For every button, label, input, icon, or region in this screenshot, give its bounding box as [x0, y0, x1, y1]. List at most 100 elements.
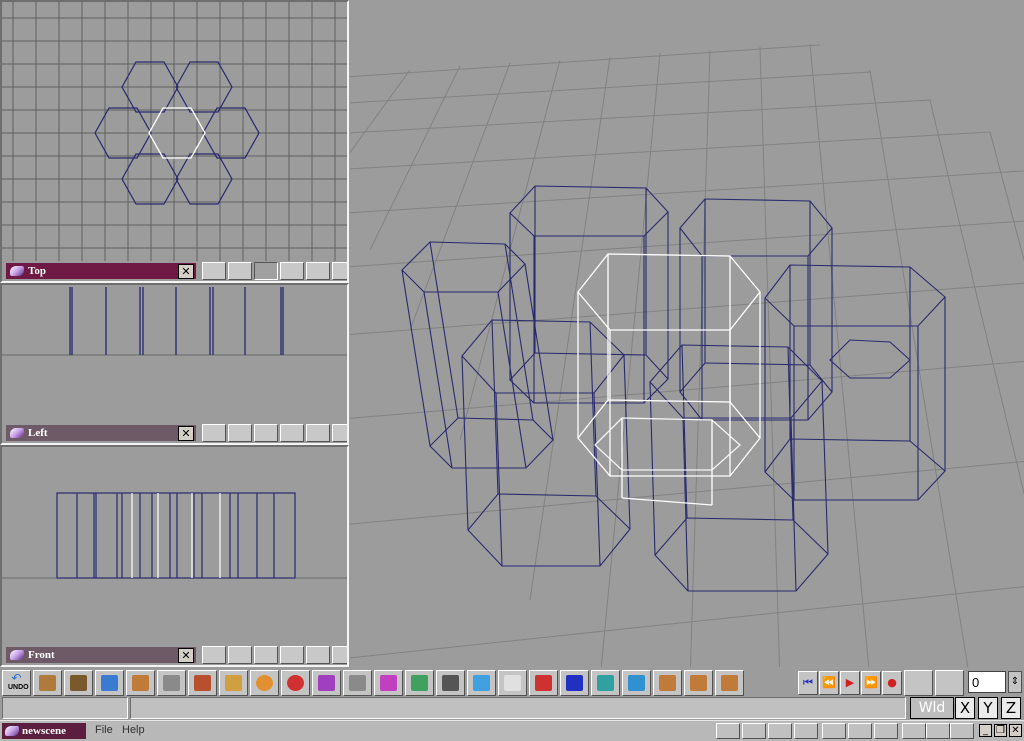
top-view-close-button[interactable]: ✕ [178, 263, 194, 279]
view-axes-icon[interactable] [202, 424, 226, 442]
left-view-title[interactable]: Left [6, 425, 196, 441]
left-viewport[interactable]: Left ✕ [0, 283, 349, 445]
view-cube-icon[interactable] [228, 646, 252, 664]
view-axes-icon[interactable] [202, 262, 226, 280]
orbit-button[interactable] [684, 670, 713, 696]
orbit-icon [690, 675, 707, 691]
view-rotate-icon[interactable] [306, 424, 330, 442]
world-coordinates-button[interactable]: Wld [910, 697, 954, 719]
fast-forward-icon[interactable]: ⏩ [861, 671, 881, 695]
move-button[interactable] [126, 670, 155, 696]
top-view-title[interactable]: Top [6, 263, 196, 279]
close-button[interactable]: ✕ [1009, 724, 1022, 737]
perspective-grid [350, 43, 1024, 667]
cube-edit-icon [411, 675, 428, 691]
rewind-icon[interactable]: ⏪ [819, 671, 839, 695]
front-view-titlebar: Front ✕ [6, 646, 347, 664]
menu-help[interactable]: Help [122, 724, 145, 736]
menu-file[interactable]: File [95, 724, 113, 736]
top-viewport[interactable]: Top ✕ [0, 0, 349, 283]
half-sphere-icon [287, 675, 304, 691]
view-move-icon[interactable] [280, 646, 304, 664]
figure-button[interactable] [498, 670, 527, 696]
window-layout-icon[interactable] [902, 723, 926, 739]
box-button[interactable] [188, 670, 217, 696]
view-top-plane-icon[interactable] [254, 262, 278, 280]
frame-tool-icon[interactable] [904, 670, 933, 696]
restore-button[interactable]: ❐ [994, 724, 1007, 737]
undo-icon: ↶ UNDO [8, 671, 29, 691]
skip-start-icon[interactable]: ⏮ [798, 671, 818, 695]
axis-z-button[interactable]: Z [1001, 697, 1021, 719]
view-zoom-icon[interactable] [332, 262, 347, 280]
main-toolbar: ↶ UNDO [2, 669, 746, 697]
view-house-icon[interactable] [254, 646, 278, 664]
grid-button[interactable] [560, 670, 589, 696]
rotate-tool-small-icon[interactable] [768, 723, 792, 739]
house-small-icon[interactable] [874, 723, 898, 739]
select-arrow-button[interactable] [95, 670, 124, 696]
front-view-grid [2, 492, 347, 579]
globe-small-icon[interactable] [822, 723, 846, 739]
frame-spinner[interactable]: ⇕ [1008, 671, 1022, 693]
axis-y-button[interactable]: Y [978, 697, 998, 719]
lathe-button[interactable] [343, 670, 372, 696]
view-zoom-icon[interactable] [332, 424, 347, 442]
grid-tile-button[interactable] [157, 670, 186, 696]
scale-tool-small-icon[interactable] [742, 723, 766, 739]
3d-view-button[interactable] [622, 670, 651, 696]
front-viewport[interactable]: Front ✕ [0, 445, 349, 667]
cube-small-icon[interactable] [848, 723, 872, 739]
status-field-left [2, 697, 128, 719]
view-cube-icon[interactable] [228, 424, 252, 442]
plane-button[interactable] [591, 670, 620, 696]
cylinder-button[interactable] [33, 670, 62, 696]
undo-button[interactable]: ↶ UNDO [2, 670, 31, 696]
view-move-icon[interactable] [280, 262, 304, 280]
viewport-logo-icon [10, 650, 24, 660]
cube-edit-button[interactable] [405, 670, 434, 696]
move-icon [132, 675, 149, 691]
select-arrow-icon [101, 675, 118, 691]
folder-button[interactable] [219, 670, 248, 696]
axes-tool-small-icon[interactable] [794, 723, 818, 739]
view-rotate-icon[interactable] [306, 262, 330, 280]
help-question-icon[interactable] [950, 723, 974, 739]
half-sphere-button[interactable] [281, 670, 310, 696]
walk-icon [659, 675, 676, 691]
view-house-icon[interactable] [254, 424, 278, 442]
left-view-grid [2, 287, 347, 356]
screen-layout-icon[interactable] [926, 723, 950, 739]
folder-icon [225, 675, 242, 691]
front-view-close-button[interactable]: ✕ [178, 647, 194, 663]
status-field-main [130, 697, 906, 719]
scene-tab[interactable]: newscene [2, 723, 86, 739]
frame-number-input[interactable] [968, 671, 1006, 693]
list-button[interactable] [436, 670, 465, 696]
play-icon[interactable]: ▶ [840, 671, 860, 695]
view-move-icon[interactable] [280, 424, 304, 442]
axis-x-button[interactable]: X [955, 697, 975, 719]
walk-button[interactable] [653, 670, 682, 696]
view-cube-icon[interactable] [228, 262, 252, 280]
left-view-close-button[interactable]: ✕ [178, 425, 194, 441]
front-view-title[interactable]: Front [6, 647, 196, 663]
blob-button[interactable] [312, 670, 341, 696]
cone-icon [380, 675, 397, 691]
move-tool-small-icon[interactable] [716, 723, 740, 739]
view-axes-icon[interactable] [202, 646, 226, 664]
camera-button[interactable] [64, 670, 93, 696]
axes-button[interactable] [529, 670, 558, 696]
loop-icon[interactable] [935, 670, 964, 696]
box-icon [194, 675, 211, 691]
record-icon[interactable]: ● [882, 671, 902, 695]
axes-icon [535, 675, 552, 691]
zoom-button[interactable] [715, 670, 744, 696]
cube-blue-button[interactable] [467, 670, 496, 696]
view-rotate-icon[interactable] [306, 646, 330, 664]
cone-button[interactable] [374, 670, 403, 696]
minimize-button[interactable]: _ [979, 724, 992, 737]
view-zoom-icon[interactable] [332, 646, 347, 664]
perspective-viewport[interactable] [350, 0, 1024, 667]
sphere-button[interactable] [250, 670, 279, 696]
